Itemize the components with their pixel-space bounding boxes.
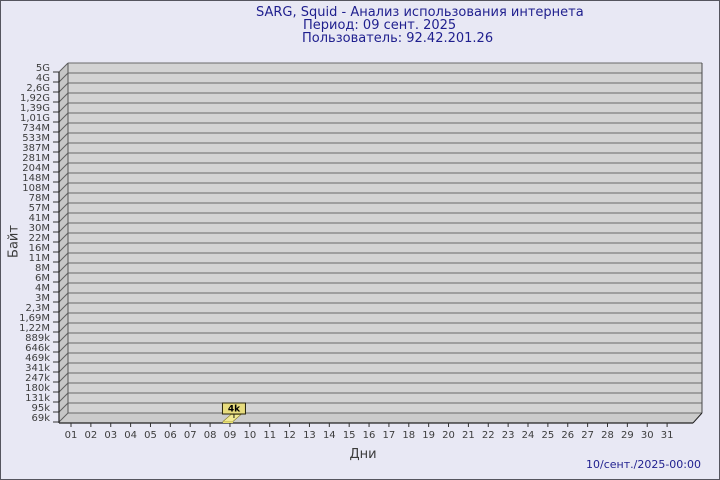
- x-tick-label: 16: [363, 430, 376, 441]
- x-tick-label: 12: [283, 430, 296, 441]
- y-tick-label: 69k: [31, 413, 50, 424]
- x-tick-label: 25: [542, 430, 555, 441]
- x-tick-label: 18: [402, 430, 415, 441]
- back-wall: [68, 63, 702, 413]
- y-axis-ticks: [53, 72, 59, 422]
- x-tick-label: 15: [343, 430, 356, 441]
- x-tick-label: 19: [422, 430, 435, 441]
- x-tick-label: 27: [581, 430, 594, 441]
- x-tick-label: 14: [323, 430, 336, 441]
- sarg-report-window: SARG, Squid - Анализ использования интер…: [0, 0, 720, 480]
- bar-value-label: 4k: [228, 405, 241, 415]
- x-tick-label: 17: [383, 430, 396, 441]
- x-tick-label: 05: [144, 430, 157, 441]
- generated-timestamp: 10/сент./2025-00:00: [586, 458, 701, 471]
- x-tick-label: 03: [104, 430, 117, 441]
- x-axis-title: Дни: [331, 447, 395, 462]
- x-tick-label: 13: [303, 430, 316, 441]
- x-tick-label: 26: [561, 430, 574, 441]
- x-tick-label: 29: [621, 430, 634, 441]
- x-tick-label: 10: [243, 430, 256, 441]
- usage-bar-chart: 5G4G2,6G1,92G1,39G1,01G734M533M387M281M2…: [1, 1, 720, 480]
- chart-floor: [59, 413, 702, 423]
- x-tick-label: 11: [263, 430, 276, 441]
- bar-front-face: [223, 422, 233, 424]
- x-tick-label: 04: [124, 430, 137, 441]
- x-tick-label: 22: [482, 430, 495, 441]
- x-tick-label: 28: [601, 430, 614, 441]
- x-tick-label: 24: [522, 430, 535, 441]
- x-tick-label: 20: [442, 430, 455, 441]
- x-tick-label: 08: [204, 430, 217, 441]
- x-tick-label: 21: [462, 430, 475, 441]
- x-tick-label: 06: [164, 430, 177, 441]
- x-tick-label: 31: [661, 430, 674, 441]
- y-axis-tick-labels: 5G4G2,6G1,92G1,39G1,01G734M533M387M281M2…: [19, 63, 50, 424]
- x-tick-label: 07: [184, 430, 197, 441]
- x-tick-label: 23: [502, 430, 515, 441]
- x-tick-label: 01: [65, 430, 78, 441]
- x-axis-tick-labels: 01 02 03 04 05 06 07 08 09 10 11 12 13 14 15 16 17 18 19 20…: [65, 430, 674, 441]
- x-tick-label: 02: [85, 430, 98, 441]
- x-tick-label: 09: [224, 430, 237, 441]
- x-tick-label: 30: [641, 430, 654, 441]
